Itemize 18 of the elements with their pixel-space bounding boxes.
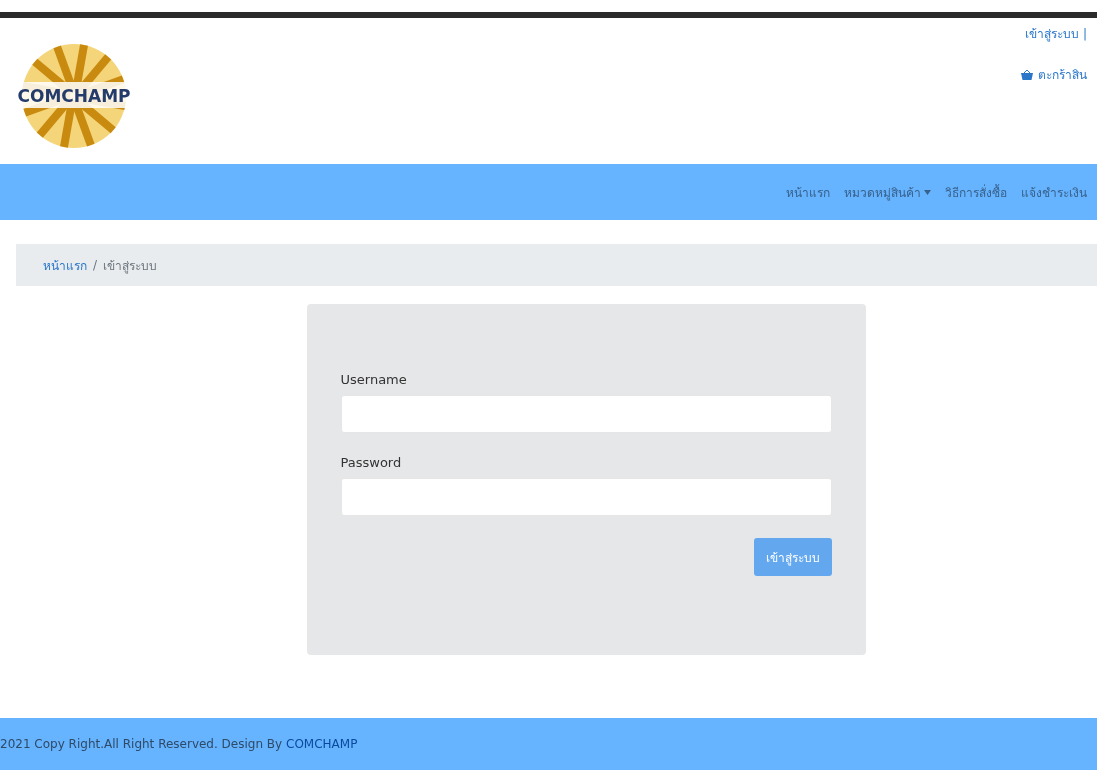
nav-link[interactable]: หมวดหมู่สินค้า	[844, 182, 931, 202]
nav-link[interactable]: แจ้งชำระเงิน	[1021, 182, 1087, 202]
basket-icon	[1020, 68, 1034, 81]
cart-link[interactable]: ตะกร้าสิน	[1020, 65, 1087, 84]
breadcrumb-link[interactable]: หน้าแรก	[43, 255, 87, 275]
footer-text: 2021 Copy Right.All Right Reserved. Design By COMCHAMP	[0, 737, 358, 751]
login-link[interactable]: เข้าสู่ระบบ |	[1025, 24, 1087, 43]
breadcrumb-current: เข้าสู่ระบบ	[103, 257, 158, 275]
login-button[interactable]: เข้าสู่ระบบ	[753, 538, 832, 576]
password-label: Password	[340, 455, 403, 470]
footer-link[interactable]: COMCHAMP	[286, 737, 358, 751]
username-field[interactable]	[340, 395, 832, 433]
nav-link[interactable]: หน้าแรก	[786, 182, 830, 202]
caret-icon	[924, 189, 931, 195]
nav-link[interactable]: วิธีการสั่งซื้อ	[945, 182, 1007, 202]
breadcrumb-separator: /	[93, 258, 98, 272]
username-label: Username	[340, 372, 408, 387]
password-field[interactable]	[340, 478, 832, 516]
